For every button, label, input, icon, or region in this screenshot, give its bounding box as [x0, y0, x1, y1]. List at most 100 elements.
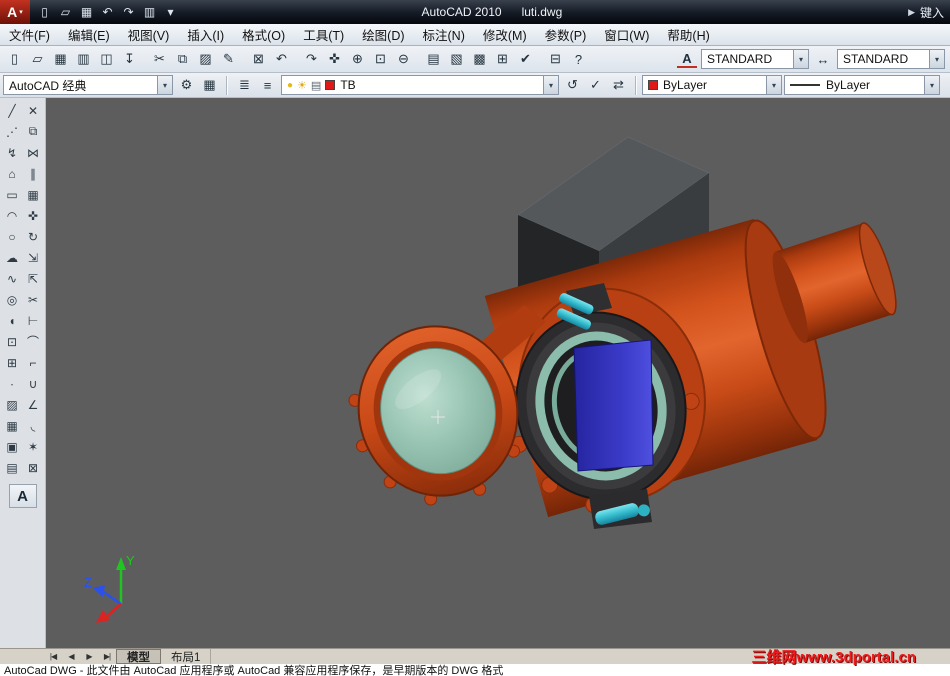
draw-table-button[interactable]: ▤ [2, 457, 23, 478]
modify-move-button[interactable]: ✜ [23, 205, 44, 226]
menu-view[interactable]: 视图(V) [119, 24, 179, 45]
tab-layout1[interactable]: 布局1 [161, 649, 211, 664]
modify-rotate-button[interactable]: ↻ [23, 226, 44, 247]
tool-save-button[interactable]: ▦ [49, 48, 72, 70]
tool-zoom-previous-button[interactable]: ⊖ [392, 48, 415, 70]
draw-gradient-button[interactable]: ▦ [2, 415, 23, 436]
menu-parametric[interactable]: 参数(P) [536, 24, 596, 45]
tool-zoom-window-button[interactable]: ⊡ [369, 48, 392, 70]
modify-stretch-button[interactable]: ⇱ [23, 268, 44, 289]
modify-erase-button[interactable]: ✕ [23, 100, 44, 121]
layer-color-swatch[interactable] [325, 80, 335, 90]
tool-tool-palettes-button[interactable]: ▩ [468, 48, 491, 70]
modify-break-button[interactable]: ⌐ [23, 352, 44, 373]
draw-region-button[interactable]: ▣ [2, 436, 23, 457]
chevron-down-icon[interactable]: ▾ [929, 50, 944, 68]
tool-markup-button[interactable]: ✔ [514, 48, 537, 70]
dim-style-select[interactable]: STANDARD ▾ [837, 49, 945, 69]
menu-draw[interactable]: 绘图(D) [353, 24, 413, 45]
workspace-select[interactable]: AutoCAD 经典 ▾ [3, 75, 173, 95]
tool-publish-button[interactable]: ↧ [118, 48, 141, 70]
menu-window[interactable]: 窗口(W) [595, 24, 658, 45]
menu-format[interactable]: 格式(O) [233, 24, 294, 45]
draw-line-button[interactable]: ╱ [2, 100, 23, 121]
draw-polygon-button[interactable]: ⌂ [2, 163, 23, 184]
tool-cut-button[interactable]: ✂ [148, 48, 171, 70]
tool-layer-match-button[interactable]: ✓ [584, 74, 607, 96]
modify-chamfer-button[interactable]: ∠ [23, 394, 44, 415]
layer-plot-icon[interactable]: ▤ [311, 79, 321, 92]
menu-modify[interactable]: 修改(M) [474, 24, 536, 45]
object-color-select[interactable]: ByLayer ▾ [642, 75, 782, 95]
draw-point-button[interactable]: ∙ [2, 373, 23, 394]
tool-workspace-settings-button[interactable]: ⚙ [175, 74, 198, 96]
qat-save-button[interactable]: ▦ [76, 2, 97, 23]
chevron-down-icon[interactable]: ▾ [766, 76, 781, 94]
layer-on-icon[interactable]: ● [287, 80, 293, 91]
tool-workspace-save-button[interactable]: ▦ [198, 74, 221, 96]
modify-array-button[interactable]: ▦ [23, 184, 44, 205]
tab-model[interactable]: 模型 [116, 649, 161, 664]
menu-file[interactable]: 文件(F) [0, 24, 59, 45]
modify-fillet-button[interactable]: ◟ [23, 415, 44, 436]
modify-break-at-point-button[interactable]: ⌒ [23, 331, 44, 352]
chevron-down-icon[interactable]: ▾ [543, 76, 558, 94]
modify-scale-button[interactable]: ⇲ [23, 247, 44, 268]
qat-new-button[interactable]: ▯ [34, 2, 55, 23]
next-tab-button[interactable]: ▶ [80, 650, 98, 664]
tool-pan-button[interactable]: ✜ [323, 48, 346, 70]
draw-polyline-button[interactable]: ↯ [2, 142, 23, 163]
prev-tab-button[interactable]: ◀ [62, 650, 80, 664]
tool-open-button[interactable]: ▱ [26, 48, 49, 70]
tool-quickcalc-button[interactable]: ⊟ [544, 48, 567, 70]
modify-copy-button[interactable]: ⧉ [23, 121, 44, 142]
first-tab-button[interactable]: |◀ [44, 650, 62, 664]
modify-offset-button[interactable]: ∥ [23, 163, 44, 184]
qat-customize-quick-access-button[interactable]: ▾ [160, 2, 181, 23]
tool-properties-button[interactable]: ▤ [422, 48, 445, 70]
draw-arc-button[interactable]: ◠ [2, 205, 23, 226]
qat-plot-button[interactable]: ▥ [139, 2, 160, 23]
draw-rectangle-button[interactable]: ▭ [2, 184, 23, 205]
tool-layer-properties-button[interactable]: ≣ [233, 74, 256, 96]
draw-spline-button[interactable]: ∿ [2, 268, 23, 289]
application-menu-button[interactable]: A ▾ [0, 0, 30, 24]
last-tab-button[interactable]: ▶| [98, 650, 116, 664]
qat-undo-button[interactable]: ↶ [97, 2, 118, 23]
draw-circle-button[interactable]: ○ [2, 226, 23, 247]
modify-join-button[interactable]: ∪ [23, 373, 44, 394]
modify-lock-button[interactable]: ⊠ [23, 457, 44, 478]
tool-plot-button[interactable]: ▥ [72, 48, 95, 70]
modify-trim-button[interactable]: ✂ [23, 289, 44, 310]
infocenter-search-label[interactable]: 键入 [920, 4, 944, 21]
tool-match-properties-button[interactable]: ✎ [217, 48, 240, 70]
qat-open-button[interactable]: ▱ [55, 2, 76, 23]
tool-block-editor-button[interactable]: ⊠ [247, 48, 270, 70]
modify-explode-button[interactable]: ✶ [23, 436, 44, 457]
tool-layer-states-button[interactable]: ≡ [256, 74, 279, 96]
draw-make-block-button[interactable]: ⊞ [2, 352, 23, 373]
menu-insert[interactable]: 插入(I) [178, 24, 233, 45]
menu-tools[interactable]: 工具(T) [294, 24, 353, 45]
tool-help-button[interactable]: ? [567, 48, 590, 70]
draw-insert-block-button[interactable]: ⊡ [2, 331, 23, 352]
tool-undo-button[interactable]: ↶ [270, 48, 293, 70]
qat-redo-button[interactable]: ↷ [118, 2, 139, 23]
draw-revision-cloud-button[interactable]: ☁ [2, 247, 23, 268]
menu-help[interactable]: 帮助(H) [658, 24, 718, 45]
modify-mirror-button[interactable]: ⋈ [23, 142, 44, 163]
tool-paste-button[interactable]: ▨ [194, 48, 217, 70]
tool-layer-isolate-button[interactable]: ⇄ [607, 74, 630, 96]
tool-copy-button[interactable]: ⧉ [171, 48, 194, 70]
modify-extend-button[interactable]: ⊢ [23, 310, 44, 331]
tool-zoom-realtime-button[interactable]: ⊕ [346, 48, 369, 70]
tool-layer-previous-button[interactable]: ↺ [561, 74, 584, 96]
tool-sheet-set-manager-button[interactable]: ⊞ [491, 48, 514, 70]
tool-new-button[interactable]: ▯ [3, 48, 26, 70]
layer-select[interactable]: ● ☀ ▤ TB ▾ [281, 75, 559, 95]
draw-construction-line-button[interactable]: ⋰ [2, 121, 23, 142]
draw-ellipse-button[interactable]: ◎ [2, 289, 23, 310]
chevron-down-icon[interactable]: ▾ [157, 76, 172, 94]
linetype-select[interactable]: ByLayer ▾ [784, 75, 940, 95]
draw-ellipse-arc-button[interactable]: ◖ [2, 310, 23, 331]
